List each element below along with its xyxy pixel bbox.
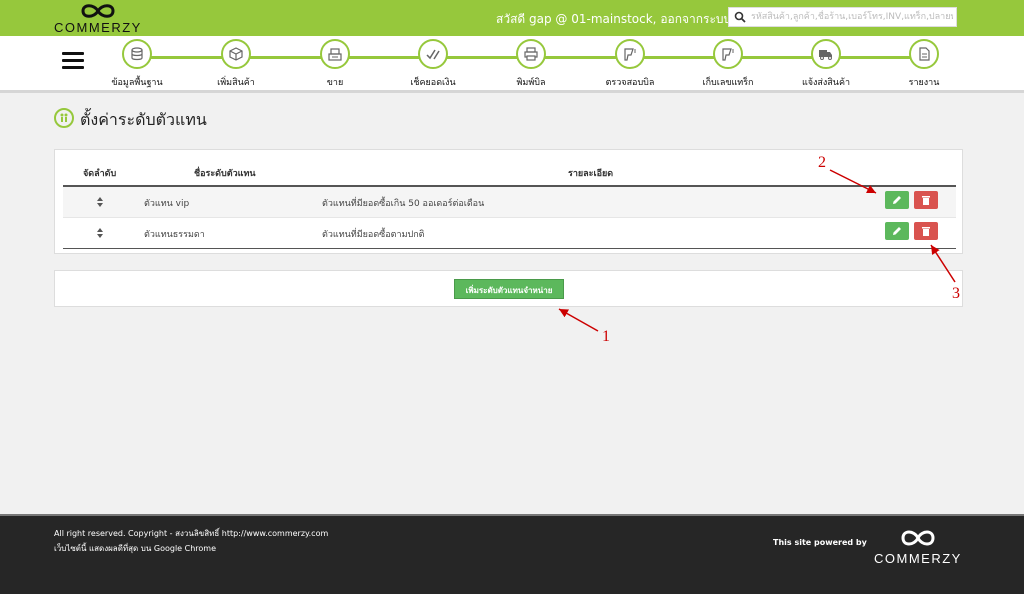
annotation-arrow-3 xyxy=(930,244,956,283)
annotation-arrows xyxy=(558,169,956,332)
footer-logo[interactable]: COMMERZY xyxy=(872,526,964,566)
powered-by-text: This site powered by xyxy=(773,538,867,547)
annotation-arrow-1 xyxy=(558,308,599,332)
annotation-label-2: 2 xyxy=(818,154,826,171)
footer-browser-note: เว็บไซต์นี้ แสดงผลดีที่สุด บน Google Chr… xyxy=(54,544,217,553)
footer-logo-text: COMMERZY xyxy=(874,551,962,566)
infinity-logo-icon xyxy=(901,530,935,546)
annotation-label-1: 1 xyxy=(602,328,610,345)
annotation-label-3: 3 xyxy=(952,285,960,302)
annotation-arrow-2 xyxy=(829,169,877,194)
footer-copyright: All right reserved. Copyright - สงวนลิขส… xyxy=(54,529,329,538)
footer: All right reserved. Copyright - สงวนลิขส… xyxy=(0,514,1024,594)
